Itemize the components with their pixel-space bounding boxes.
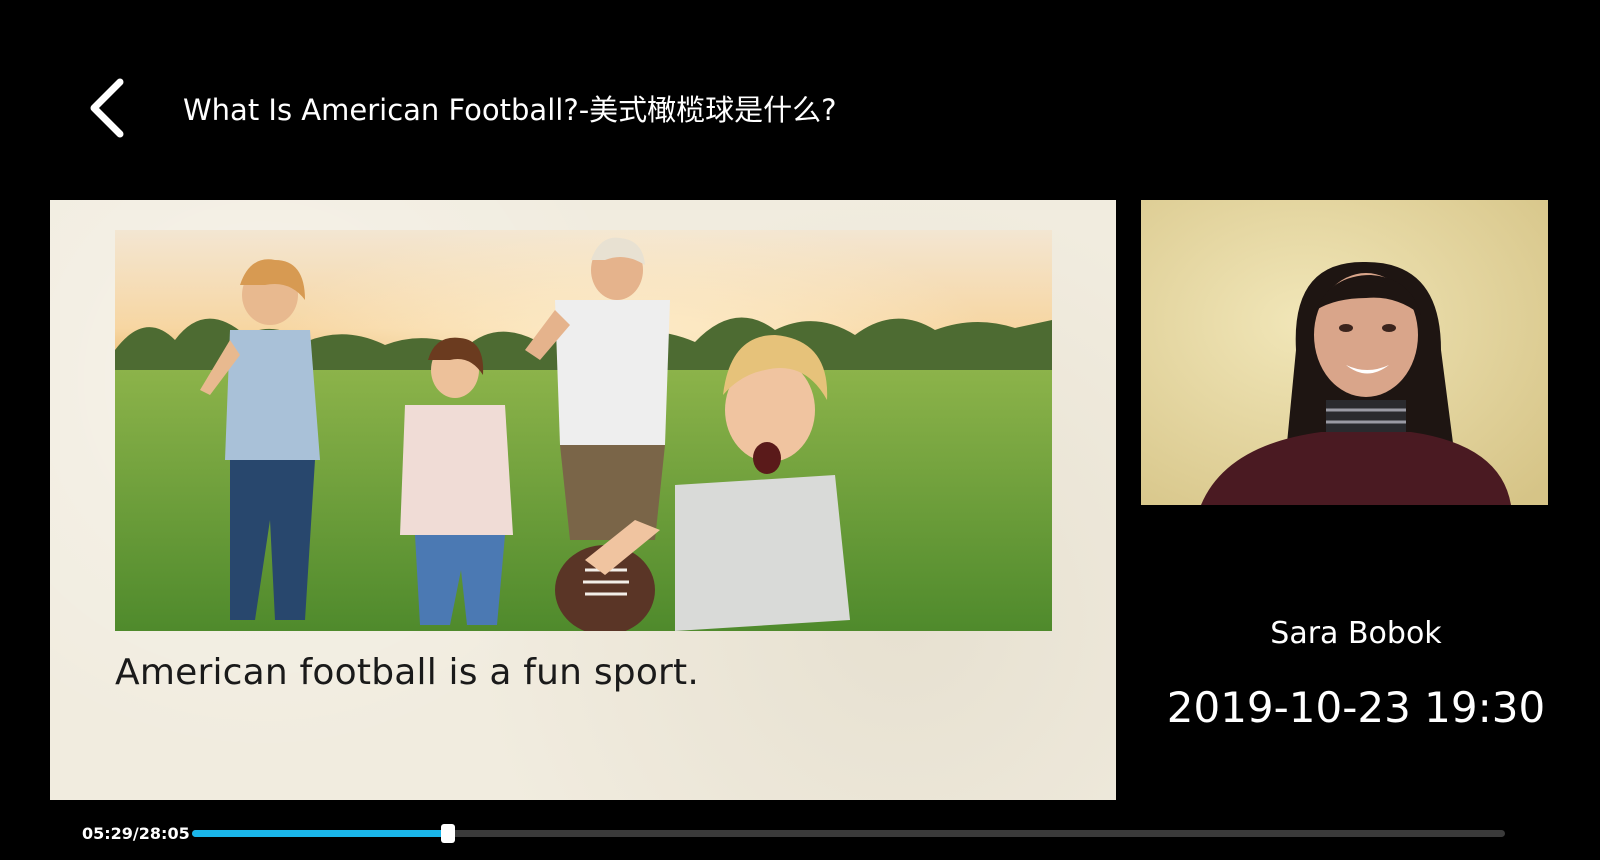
lesson-slide: American football is a fun sport. <box>50 200 1116 800</box>
teacher-video-feed <box>1141 200 1548 505</box>
back-button[interactable] <box>82 76 136 140</box>
family-running-photo-illustration <box>115 230 1052 631</box>
lesson-playback-screen: What Is American Football?-美式橄榄球是什么? Ame… <box>0 0 1600 860</box>
slide-photo <box>115 230 1052 631</box>
teacher-webcam <box>1141 200 1548 505</box>
lesson-title: What Is American Football?-美式橄榄球是什么? <box>183 93 837 127</box>
teacher-name: Sara Bobok <box>1270 616 1442 651</box>
playback-scrubber-handle[interactable] <box>441 824 456 843</box>
chevron-left-icon <box>90 78 124 138</box>
slide-caption: American football is a fun sport. <box>115 652 700 693</box>
playback-progress-fill <box>192 830 449 837</box>
session-datetime: 2019-10-23 19:30 <box>1166 683 1546 732</box>
playback-time-readout: 05:29/28:05 <box>82 824 190 843</box>
playback-progress-bar[interactable] <box>192 824 1505 843</box>
